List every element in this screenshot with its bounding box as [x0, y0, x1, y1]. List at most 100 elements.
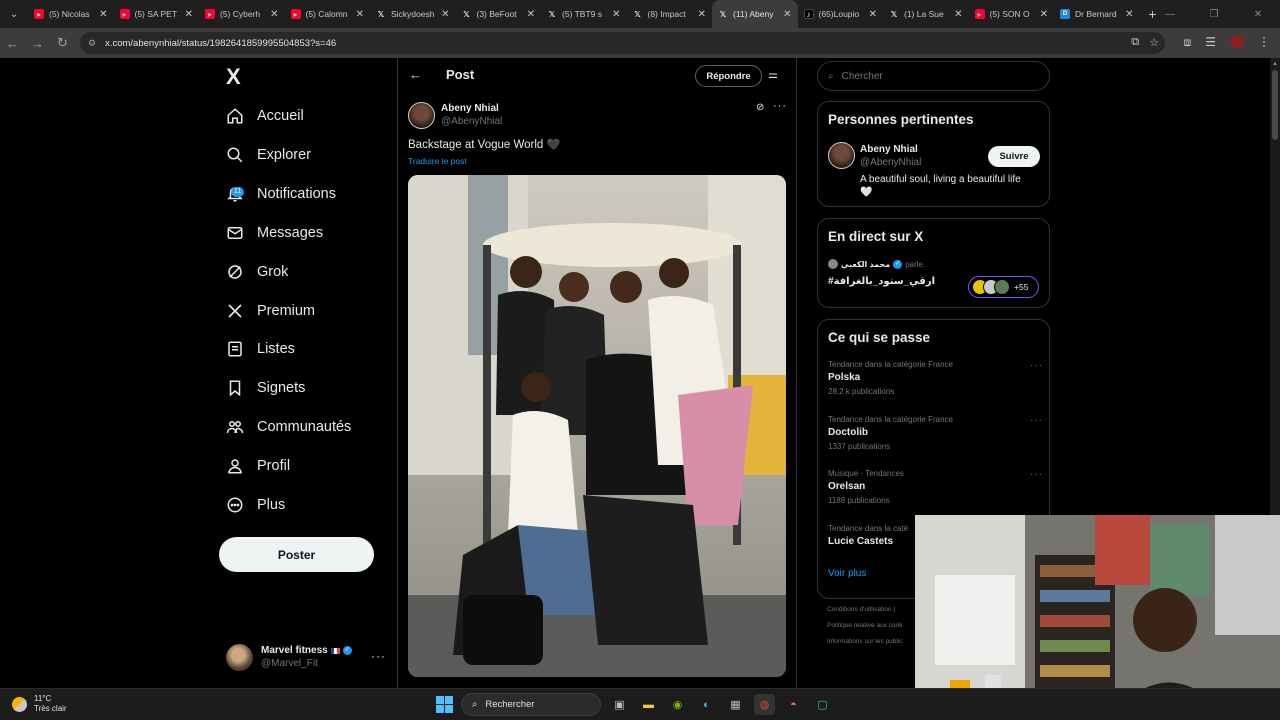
footer-link[interactable]: Informations sur les public [827, 638, 903, 645]
taskbar-search[interactable]: ⌕ Rechercher [461, 693, 601, 716]
browser-tab[interactable]: D Dr Bernard ✕ [1054, 0, 1140, 28]
account-switcher[interactable]: Marvel fitness ✓ @Marvel_Fit ··· [226, 642, 386, 672]
close-tab-icon[interactable]: ✕ [270, 9, 278, 20]
sidebar-item-grok[interactable]: Grok [218, 253, 288, 291]
browser-tab[interactable]: 𝕏 (1) La Sue ✕ [883, 0, 969, 28]
author-handle[interactable]: @AbenyNhial [441, 116, 502, 127]
task-view-icon[interactable]: ▣ [609, 694, 630, 715]
store-icon[interactable]: ▦ [725, 694, 746, 715]
browser-tab[interactable]: 𝕏 (5) TBT9 s ✕ [541, 0, 627, 28]
maximize-button[interactable]: ❐ [1192, 0, 1236, 28]
back-button[interactable]: ← [0, 29, 25, 57]
close-tab-icon[interactable]: ✕ [869, 9, 877, 20]
close-tab-icon[interactable]: ✕ [1040, 9, 1048, 20]
browser-tab[interactable]: ▸ (5) Nicolas ✕ [28, 0, 114, 28]
follow-button[interactable]: Suivre [988, 146, 1040, 167]
sidebar-item-messages[interactable]: Messages [218, 214, 323, 252]
browser-tab[interactable]: ▸ (5) Cyberh ✕ [199, 0, 285, 28]
close-tab-icon[interactable]: ✕ [527, 9, 535, 20]
minimize-button[interactable]: — [1148, 0, 1192, 28]
close-tab-icon[interactable]: ✕ [1125, 9, 1133, 20]
address-bar[interactable]: ⚙ x.com/abenynhial/status/19826418599955… [80, 32, 1165, 54]
more-icon[interactable]: ··· [1030, 415, 1043, 426]
x-logo-icon[interactable]: X [226, 66, 248, 88]
close-tab-icon[interactable]: ✕ [441, 9, 449, 20]
start-button[interactable] [436, 696, 453, 713]
reading-list-icon[interactable]: ☰ [1205, 35, 1216, 50]
trend-item[interactable]: Tendance dans la catégorie France Polska 2… [828, 360, 1043, 396]
footer-link[interactable]: Politique relative aux cook [827, 622, 903, 629]
search-input[interactable]: ⌕ Chercher [817, 61, 1050, 91]
close-tab-icon[interactable]: ✕ [185, 9, 193, 20]
filter-icon[interactable]: ⚌ [768, 68, 778, 81]
close-tab-icon[interactable]: ✕ [99, 9, 107, 20]
site-info-icon[interactable]: ⚙ [88, 38, 96, 49]
close-tab-icon[interactable]: ✕ [954, 9, 962, 20]
close-tab-icon[interactable]: ✕ [783, 9, 791, 20]
browser-tab[interactable]: 𝕏 (8) Impact ✕ [627, 0, 713, 28]
post-image[interactable] [408, 175, 786, 677]
more-icon[interactable]: ··· [1030, 469, 1043, 480]
grok-icon[interactable]: ⊘ [756, 102, 764, 113]
browser-tab[interactable]: ▸ (5) SON O ✕ [969, 0, 1055, 28]
back-arrow-icon[interactable]: ← [409, 67, 422, 82]
install-app-icon[interactable]: ⧉ [1131, 36, 1139, 49]
forward-button[interactable]: → [25, 29, 50, 57]
footer-link[interactable]: Conditions d'utilisation | [827, 606, 895, 613]
browser-tab[interactable]: 𝕏 (3) BeFoot ✕ [456, 0, 542, 28]
browser-menu-icon[interactable]: ⋮ [1258, 35, 1270, 50]
sidebar-item-listes[interactable]: Listes [218, 330, 295, 368]
more-icon[interactable]: ··· [773, 100, 787, 112]
live-host[interactable]: محمد الكعبي ✓ parle. [828, 259, 925, 269]
relevant-handle[interactable]: @AbenyNhial [860, 157, 921, 168]
close-tab-icon[interactable]: ✕ [698, 9, 706, 20]
tab-search-button[interactable]: ⌄ [0, 0, 28, 28]
x-icon [218, 300, 252, 322]
sidebar-item-notifications[interactable]: 11 Notifications [218, 175, 336, 213]
trend-item[interactable]: Musique · Tendances Orelsan 1188 publicati… [828, 469, 1043, 505]
chrome-icon[interactable]: ◍ [754, 694, 775, 715]
relevant-name[interactable]: Abeny Nhial [860, 144, 918, 155]
scroll-up-icon[interactable]: ▲ [1272, 61, 1278, 67]
translate-link[interactable]: Traduire le post [408, 156, 467, 166]
author-name[interactable]: Abeny Nhial [441, 103, 499, 114]
reply-button[interactable]: Répondre [695, 65, 762, 87]
extensions-icon[interactable]: ⧈ [1184, 35, 1192, 50]
browser-tab[interactable]: 𝕏 Sickydoesh ✕ [370, 0, 456, 28]
nvidia-icon[interactable]: ◉ [667, 694, 688, 715]
bookmark-star-icon[interactable]: ☆ [1149, 36, 1159, 49]
file-explorer-icon[interactable]: ▬ [638, 694, 659, 715]
sidebar-item-profil[interactable]: Profil [218, 447, 290, 485]
close-tab-icon[interactable]: ✕ [356, 9, 364, 20]
browser-tab[interactable]: ▸ (5) Calomn ✕ [285, 0, 371, 28]
avatar[interactable] [828, 142, 855, 169]
scrollbar-thumb[interactable] [1272, 70, 1278, 140]
see-more-link[interactable]: Voir plus [828, 568, 866, 579]
live-listeners[interactable]: +55 [968, 276, 1039, 298]
firefox-icon[interactable]: ◓ [783, 694, 804, 715]
post-author[interactable]: Abeny Nhial @AbenyNhial [408, 101, 502, 129]
trend-item[interactable]: Tendance dans la catégorie France Doctoli… [828, 415, 1043, 451]
sidebar-item-accueil[interactable]: Accueil [218, 97, 304, 135]
browser-tab[interactable]: ▸ (5) SA PET ✕ [114, 0, 200, 28]
avatar[interactable] [408, 101, 435, 129]
close-window-button[interactable]: ✕ [1236, 0, 1280, 28]
live-topic[interactable]: #ارقي_سنود_بالغرافة [828, 276, 935, 287]
post-button[interactable]: Poster [219, 537, 374, 572]
close-tab-icon[interactable]: ✕ [612, 9, 620, 20]
sidebar-item-communauts[interactable]: Communautés [218, 408, 351, 446]
more-icon[interactable]: ··· [371, 649, 386, 663]
sidebar-item-explorer[interactable]: Explorer [218, 136, 311, 174]
youtube-icon: ▸ [974, 9, 985, 19]
app-icon[interactable]: ▢ [812, 694, 833, 715]
more-icon[interactable]: ··· [1030, 360, 1043, 371]
sidebar-item-signets[interactable]: Signets [218, 369, 305, 407]
sidebar-item-premium[interactable]: Premium [218, 292, 315, 330]
reload-button[interactable]: ↻ [50, 29, 75, 57]
browser-tab[interactable]: 𝕏 (11) Abeny ✕ [712, 0, 798, 28]
browser-tab[interactable]: ♪ (65)Loupio ✕ [798, 0, 884, 28]
weather-widget[interactable]: 11°C Très clair [12, 694, 67, 714]
sidebar-item-plus[interactable]: Plus [218, 486, 285, 524]
profile-avatar[interactable] [1230, 35, 1244, 49]
edge-icon[interactable]: ◐ [696, 694, 717, 715]
